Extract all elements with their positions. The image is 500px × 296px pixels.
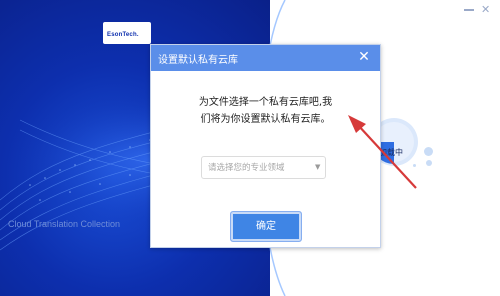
chevron-down-icon: ▼ xyxy=(315,163,321,171)
window-close-icon[interactable]: ✕ xyxy=(481,3,490,16)
dialog-close-icon[interactable]: ✕ xyxy=(355,48,373,66)
decor-dot xyxy=(424,147,433,156)
decor-dot xyxy=(426,160,432,166)
dialog-message-line2: 们将为你设置默认私有云库。 xyxy=(200,114,331,125)
loading-label: 加载中 xyxy=(379,148,403,157)
dialog-title: 设置默认私有云库 xyxy=(158,55,238,66)
minimize-icon[interactable] xyxy=(464,9,474,11)
domain-select[interactable]: 请选择您的专业领域 ▼ xyxy=(201,156,326,179)
brand-tagline: Cloud Translation Collection xyxy=(8,219,121,229)
brand-logo-text: EsonTech. xyxy=(107,32,139,38)
decor-dot xyxy=(413,164,416,167)
private-cloud-dialog: 设置默认私有云库 ✕ 为文件选择一个私有云库吧,我 们将为你设置默认私有云库。 … xyxy=(150,44,381,248)
dialog-header: 设置默认私有云库 ✕ xyxy=(151,45,380,71)
dialog-message: 为文件选择一个私有云库吧,我 们将为你设置默认私有云库。 xyxy=(151,94,380,128)
domain-select-placeholder: 请选择您的专业领域 xyxy=(208,163,285,173)
confirm-button[interactable]: 确定 xyxy=(230,211,302,242)
dialog-message-line1: 为文件选择一个私有云库吧,我 xyxy=(198,97,333,108)
